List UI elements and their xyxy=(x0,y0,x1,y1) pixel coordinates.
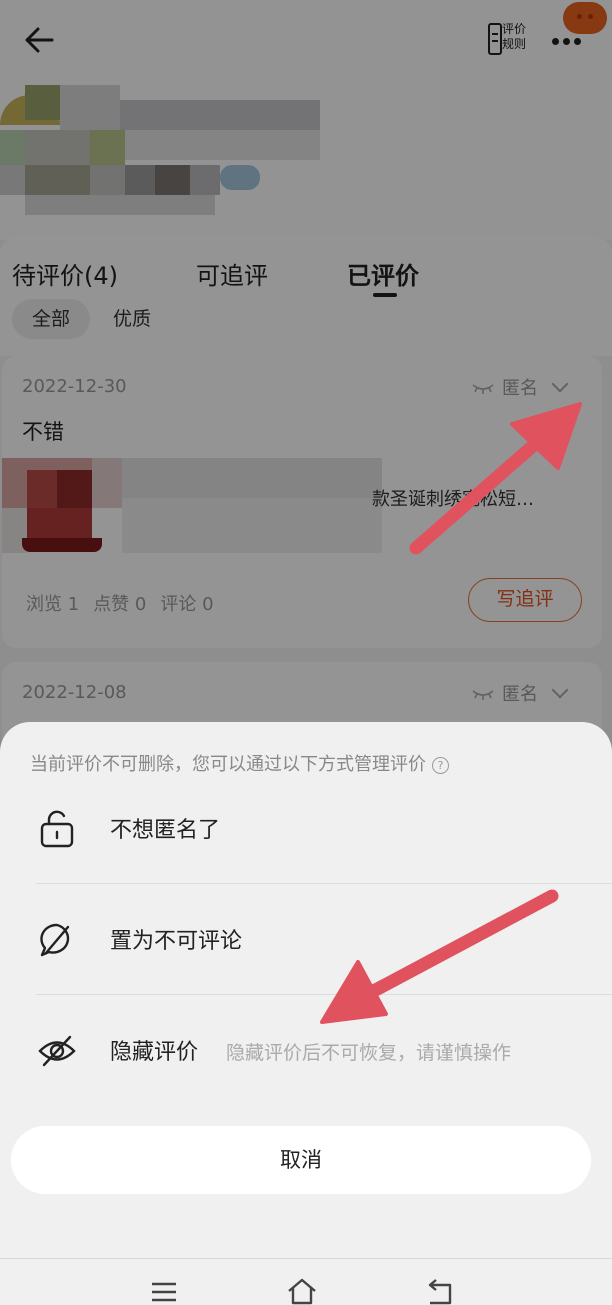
option-description: 隐藏评价后不可恢复，请谨慎操作 xyxy=(226,1042,512,1064)
cancel-button[interactable]: 取消 xyxy=(11,1126,591,1194)
eye-hidden-icon xyxy=(38,1035,76,1067)
system-nav-bar xyxy=(0,1258,612,1305)
option-hide-review[interactable]: 隐藏评价 隐藏评价后不可恢复，请谨慎操作 xyxy=(0,994,612,1104)
comment-disabled-icon xyxy=(40,923,70,957)
option-disable-comments[interactable]: 置为不可评论 xyxy=(0,883,612,993)
unlock-icon xyxy=(40,810,74,848)
back-nav-icon[interactable] xyxy=(424,1275,456,1305)
manage-review-sheet: 当前评价不可删除，您可以通过以下方式管理评价? 不想匿名了 置为不可评论 隐藏评… xyxy=(0,722,612,1305)
option-label: 隐藏评价 xyxy=(110,1040,199,1065)
option-label: 置为不可评论 xyxy=(110,929,243,954)
option-label: 不想匿名了 xyxy=(110,818,221,843)
option-unanonymize[interactable]: 不想匿名了 xyxy=(0,772,612,882)
menu-icon[interactable] xyxy=(148,1275,180,1305)
home-icon[interactable] xyxy=(286,1275,318,1305)
